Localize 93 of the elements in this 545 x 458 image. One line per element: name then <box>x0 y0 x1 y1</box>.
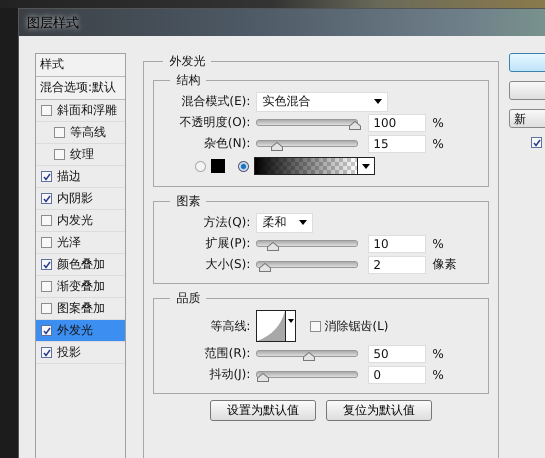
style-item[interactable]: 内阴影 <box>36 188 126 210</box>
style-label: 外发光 <box>57 322 93 339</box>
dropdown-arrow-icon <box>374 99 382 104</box>
style-label: 描边 <box>57 168 81 185</box>
check-icon <box>42 348 50 356</box>
style-label: 颜色叠加 <box>57 256 105 273</box>
slider-thumb[interactable] <box>259 263 272 272</box>
style-item[interactable]: 纹理 <box>36 144 126 166</box>
slider-thumb[interactable] <box>257 373 270 382</box>
group-title: 品质 <box>175 290 202 307</box>
check-icon <box>42 194 50 202</box>
style-label: 投影 <box>57 344 81 361</box>
checkbox[interactable] <box>41 215 52 226</box>
dropdown-arrow-icon <box>288 319 294 323</box>
checkbox[interactable] <box>41 171 52 182</box>
unit-label: % <box>432 116 444 130</box>
field-label: 不透明度(O): <box>178 114 250 131</box>
checkbox[interactable] <box>41 347 52 358</box>
value-field[interactable]: 10 <box>368 234 426 252</box>
style-label: 内发光 <box>57 212 93 229</box>
unit-label: % <box>432 368 444 382</box>
style-item[interactable]: 描边 <box>36 166 126 188</box>
color-swatch[interactable] <box>211 159 226 173</box>
field-label: 大小(S): <box>204 256 250 273</box>
field-label: 混合模式(E): <box>180 93 250 110</box>
check-icon <box>42 260 50 268</box>
style-item[interactable]: 渐变叠加 <box>36 276 126 298</box>
default-button[interactable]: 复位为默认值 <box>326 400 432 421</box>
field-label: 抖动(J): <box>208 366 250 383</box>
checkbox[interactable] <box>54 127 65 138</box>
checkbox[interactable] <box>41 303 52 314</box>
section-title: 外发光 <box>168 53 206 70</box>
style-item[interactable]: 颜色叠加 <box>36 254 126 276</box>
style-label: 等高线 <box>70 124 106 141</box>
new-style-button[interactable]: 新 <box>509 109 545 128</box>
checkbox[interactable] <box>41 325 52 336</box>
gradient-picker[interactable] <box>254 157 376 175</box>
checkbox[interactable] <box>41 193 52 204</box>
slider-thumb[interactable] <box>271 142 284 151</box>
field-label: 等高线: <box>209 318 250 334</box>
slider-thumb[interactable] <box>266 242 279 251</box>
check-icon <box>42 172 50 180</box>
dropdown-arrow-icon <box>299 220 308 225</box>
checkbox-label: 消除锯齿(L) <box>324 318 388 334</box>
checkbox[interactable] <box>41 259 52 270</box>
style-item[interactable]: 内发光 <box>36 210 126 232</box>
unit-label: % <box>432 346 444 360</box>
window-title: 图层样式 <box>27 14 79 32</box>
value-field[interactable]: 100 <box>368 114 426 132</box>
check-icon <box>532 138 540 146</box>
styles-header[interactable]: 样式 <box>36 54 126 77</box>
default-button[interactable]: 设置为默认值 <box>210 400 316 421</box>
radio-button[interactable] <box>195 160 206 172</box>
dropdown-arrow-icon <box>362 164 370 168</box>
contour-curve-icon <box>257 311 286 341</box>
radio-button[interactable] <box>238 160 250 172</box>
checkbox[interactable] <box>54 149 65 160</box>
style-item[interactable]: 投影 <box>36 342 126 364</box>
field-label: 扩展(P): <box>204 235 250 252</box>
unit-label: % <box>432 236 444 250</box>
value-field[interactable]: 50 <box>368 344 426 362</box>
field-label: 范围(R): <box>204 345 250 362</box>
group-title: 图素 <box>175 193 202 210</box>
style-label: 渐变叠加 <box>57 278 105 295</box>
checkbox[interactable] <box>310 320 322 332</box>
style-label: 斜面和浮雕 <box>57 102 117 119</box>
checkbox[interactable] <box>41 105 52 116</box>
field-label: 方法(Q): <box>202 214 250 231</box>
slider-thumb[interactable] <box>303 352 316 361</box>
style-label: 内阴影 <box>57 190 93 207</box>
unit-label: 像素 <box>432 256 456 273</box>
check-icon <box>42 326 50 334</box>
contour-picker[interactable] <box>256 310 296 342</box>
value-field[interactable]: 0 <box>368 366 426 384</box>
blend-mode-dropdown[interactable]: 实色混合 <box>256 92 388 112</box>
blend-options-item[interactable]: 混合选项:默认 <box>36 77 126 100</box>
checkbox[interactable] <box>531 137 542 148</box>
field-label: 杂色(N): <box>203 135 250 152</box>
style-label: 图案叠加 <box>57 300 105 317</box>
unit-label: % <box>432 136 444 150</box>
style-item[interactable]: 外发光 <box>36 320 126 342</box>
group-title: 结构 <box>175 72 202 89</box>
checkbox[interactable] <box>41 281 52 292</box>
checkbox[interactable] <box>41 237 52 248</box>
value-field[interactable]: 2 <box>368 256 426 274</box>
slider-thumb[interactable] <box>349 121 362 130</box>
style-label: 光泽 <box>57 234 81 251</box>
style-label: 纹理 <box>70 146 94 163</box>
style-item[interactable]: 斜面和浮雕 <box>36 100 126 122</box>
style-item[interactable]: 等高线 <box>36 122 126 144</box>
technique-dropdown[interactable]: 柔和 <box>256 212 314 232</box>
style-item[interactable]: 光泽 <box>36 232 126 254</box>
value-field[interactable]: 15 <box>368 134 426 152</box>
